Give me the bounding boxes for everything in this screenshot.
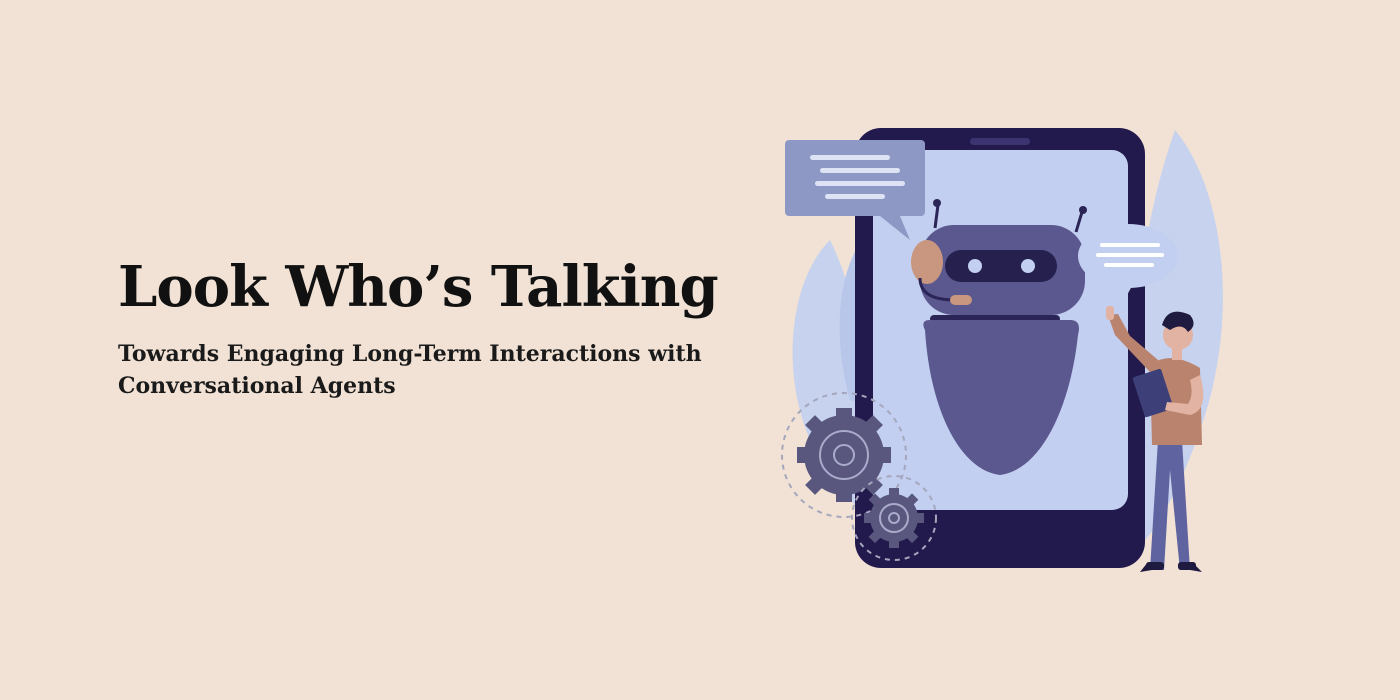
page-title: Look Who’s Talking <box>118 254 719 320</box>
subtitle-line-1: Towards Engaging Long-Term Interactions … <box>118 341 702 367</box>
hero-text: Look Who’s Talking Towards Engaging Long… <box>118 248 758 402</box>
page-subtitle: Towards Engaging Long-Term Interactions … <box>118 338 758 402</box>
subtitle-line-2: Conversational Agents <box>118 373 396 399</box>
chatbot-illustration <box>781 128 1223 572</box>
